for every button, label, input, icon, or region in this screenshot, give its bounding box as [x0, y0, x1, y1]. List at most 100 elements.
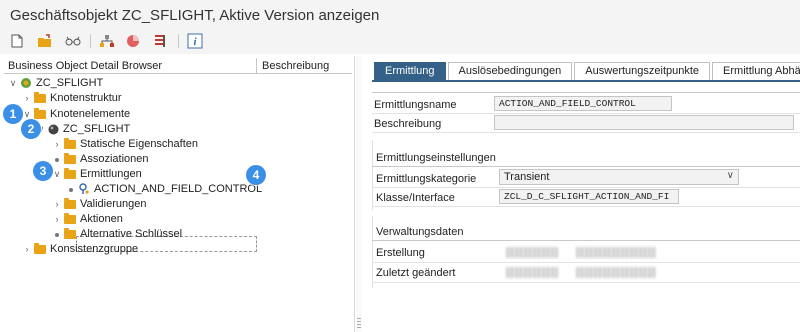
created-label: Erstellung	[376, 247, 425, 259]
name-field[interactable]: ACTION_AND_FIELD_CONTROL	[494, 96, 672, 111]
tree-node-label: Statische Eigenschaften	[80, 138, 199, 150]
folder-icon	[64, 227, 76, 239]
description-label: Beschreibung	[374, 118, 442, 130]
splitter-grip-icon[interactable]	[357, 318, 361, 328]
tree-node-statische-eigenschaften[interactable]: › Statische Eigenschaften	[52, 137, 198, 151]
tab-ermittlung-abhaengigkeiten[interactable]: Ermittlung Abhäng	[712, 62, 800, 80]
redacted-changer	[506, 267, 558, 278]
row-divider	[372, 262, 800, 263]
tree-node-label: ZC_SFLIGHT	[63, 123, 131, 135]
section-divider	[372, 166, 800, 167]
callout-badge-3: 3	[33, 161, 53, 181]
expand-icon[interactable]: ›	[22, 244, 32, 254]
class-field[interactable]: ZCL_D_C_SFLIGHT_ACTION_AND_FI	[499, 189, 679, 204]
section-divider	[372, 92, 800, 93]
tree-node-validierungen[interactable]: › Validierungen	[52, 197, 146, 211]
category-value: Transient	[504, 171, 550, 183]
toolbar-separator	[178, 34, 179, 48]
collapse-icon[interactable]: ∨	[22, 109, 32, 120]
changed-label: Zuletzt geändert	[376, 267, 456, 279]
open-folder-icon	[64, 167, 76, 179]
leaf-dot-icon	[52, 229, 62, 239]
tab-auswertungszeitpunkte[interactable]: Auswertungszeitpunkte	[574, 62, 711, 80]
redacted-creator	[506, 247, 558, 258]
redacted-changed-date	[576, 267, 656, 278]
tree-node-aktionen[interactable]: › Aktionen	[52, 212, 123, 226]
determination-icon	[78, 183, 90, 195]
tree-node-knotenstruktur[interactable]: › Knotenstruktur	[22, 91, 122, 105]
expand-icon[interactable]: ›	[52, 214, 62, 224]
redacted-created-date	[576, 247, 656, 258]
folder-icon	[64, 197, 76, 209]
tree-node-label: Knotenelemente	[50, 108, 131, 120]
open-folder-icon[interactable]	[36, 32, 54, 50]
row-divider	[372, 113, 800, 114]
class-label: Klasse/Interface	[376, 192, 455, 204]
expand-icon[interactable]: ›	[52, 139, 62, 149]
tree-node-label: Konsistenzgruppe	[50, 243, 139, 255]
tree-node-label: Validierungen	[80, 198, 147, 210]
tree-header: Business Object Detail Browser Beschreib…	[4, 58, 352, 74]
tab-ausloesebedingungen[interactable]: Auslösebedingungen	[447, 62, 573, 80]
callout-badge-4: 4	[246, 165, 266, 185]
category-label: Ermittlungskategorie	[376, 173, 477, 185]
open-folder-icon	[34, 107, 46, 119]
row-divider	[372, 132, 800, 133]
callout-badge-2: 2	[21, 119, 41, 139]
node-sphere-icon	[48, 124, 59, 135]
tree-node-knotenelemente[interactable]: ∨ Knotenelemente	[22, 107, 130, 121]
tree-node-zc-sflight[interactable]: ∨ ZC_SFLIGHT	[36, 122, 131, 136]
tree-header-col2: Beschreibung	[262, 60, 330, 72]
tree-node-assoziationen[interactable]: Assoziationen	[52, 152, 149, 166]
row-divider	[372, 206, 800, 207]
callout-badge-1: 1	[3, 104, 23, 124]
business-object-icon	[20, 77, 32, 89]
pie-icon[interactable]	[124, 32, 142, 50]
tab-strip: Ermittlung Auslösebedingungen Auswertung…	[374, 62, 800, 80]
tree-node-ermittlungen[interactable]: ∨ Ermittlungen	[52, 167, 142, 181]
category-dropdown[interactable]: Transient ∨	[499, 169, 739, 185]
tree-node-label: ZC_SFLIGHT	[36, 77, 104, 89]
admin-section-title: Verwaltungsdaten	[376, 226, 464, 238]
folder-icon	[64, 137, 76, 149]
tree-node-alternative-schluessel[interactable]: Alternative Schlüssel	[52, 227, 182, 241]
info-icon[interactable]: i	[186, 32, 204, 50]
expand-icon[interactable]: ›	[52, 199, 62, 209]
window-title: Geschäftsobjekt ZC_SFLIGHT, Aktive Versi…	[0, 0, 800, 28]
folder-icon	[64, 152, 76, 164]
chevron-down-icon[interactable]: ∨	[727, 170, 734, 181]
detail-pane: Ermittlung Auslösebedingungen Auswertung…	[362, 56, 800, 332]
tree-node-action-and-field-control[interactable]: ACTION_AND_FIELD_CONTROL	[66, 182, 262, 196]
tree-node-konsistenzgruppe[interactable]: › Konsistenzgruppe	[22, 242, 138, 256]
name-label: Ermittlungsname	[374, 99, 457, 111]
section-border	[372, 216, 373, 288]
tree-node-label: ACTION_AND_FIELD_CONTROL	[94, 183, 263, 195]
tree-header-col1: Business Object Detail Browser	[8, 60, 163, 72]
expand-icon[interactable]: ›	[22, 93, 32, 103]
tree-node-label: Assoziationen	[80, 153, 149, 165]
settings-section-title: Ermittlungseinstellungen	[376, 152, 496, 164]
folder-icon	[34, 242, 46, 254]
new-document-icon[interactable]	[8, 32, 26, 50]
hierarchy-icon[interactable]	[98, 32, 116, 50]
column-divider[interactable]	[256, 58, 257, 74]
collapse-icon[interactable]: ∨	[52, 169, 62, 180]
row-divider	[372, 282, 800, 283]
folder-icon	[64, 212, 76, 224]
folder-icon	[34, 91, 46, 103]
tab-underline	[372, 80, 800, 82]
section-divider	[372, 240, 800, 241]
tool-icon[interactable]	[152, 32, 170, 50]
tree-node-root[interactable]: ∨ ZC_SFLIGHT	[8, 76, 104, 90]
tree-node-label: Aktionen	[80, 213, 123, 225]
leaf-dot-icon	[52, 154, 62, 164]
description-field[interactable]	[494, 115, 794, 130]
glasses-icon[interactable]	[64, 32, 82, 50]
detail-browser-pane: Business Object Detail Browser Beschreib…	[0, 56, 355, 332]
toolbar-separator	[90, 34, 91, 48]
tab-ermittlung[interactable]: Ermittlung	[374, 62, 446, 80]
tree-node-label: Alternative Schlüssel	[80, 228, 183, 240]
collapse-icon[interactable]: ∨	[8, 78, 18, 89]
toolbar: i	[0, 28, 800, 54]
section-border	[372, 140, 373, 210]
